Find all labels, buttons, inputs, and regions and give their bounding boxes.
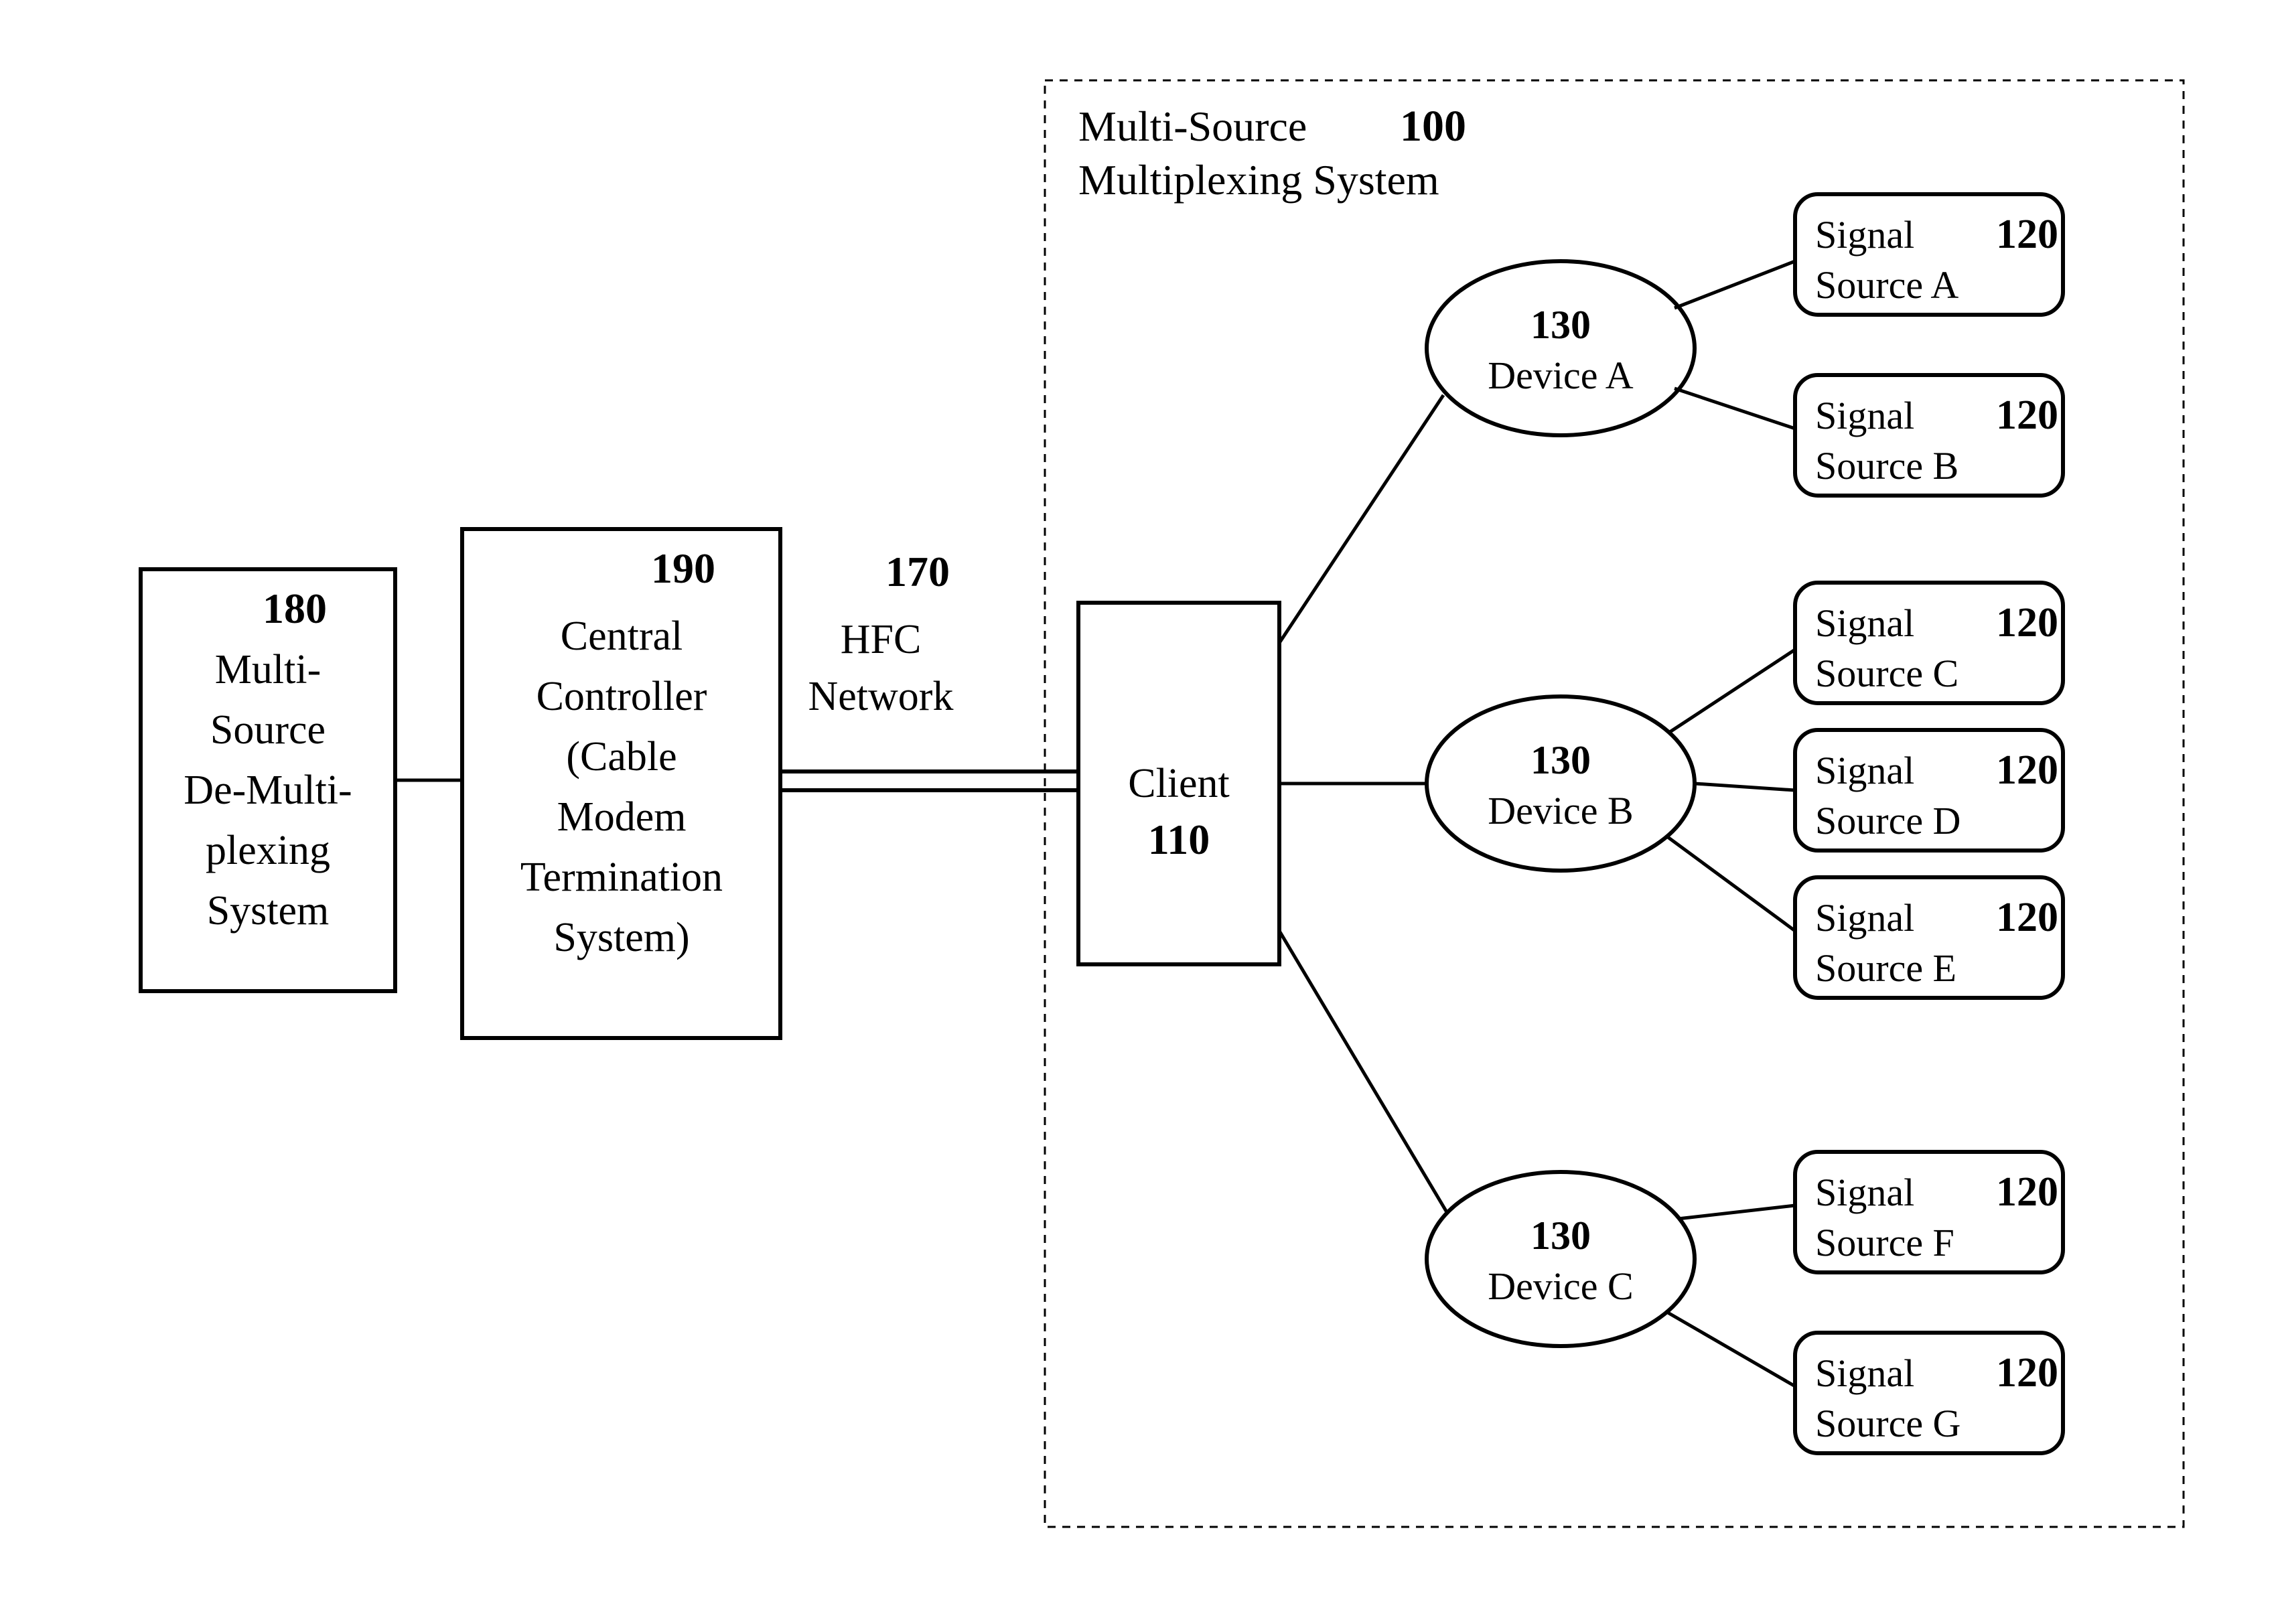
controller-l4: Modem [557,794,687,840]
hfc-number: 170 [885,548,950,595]
edge-client-device-c [1279,931,1447,1212]
source-a-l2: Source A [1815,263,1958,307]
source-a-l1: Signal [1815,213,1914,256]
source-g-l2: Source G [1815,1402,1961,1445]
system-number: 100 [1400,102,1466,151]
source-c-l2: Source C [1815,652,1958,695]
edge-devB-srcD [1695,784,1795,790]
source-g-l1: Signal [1815,1351,1914,1395]
source-d-l2: Source D [1815,799,1961,842]
edge-devB-srcE [1668,837,1795,931]
device-c [1427,1172,1695,1346]
demux-l2: Source [210,707,326,753]
device-a-label: Device A [1488,354,1634,397]
source-f-l2: Source F [1815,1221,1954,1264]
controller-l2: Controller [537,674,707,719]
source-f-num: 120 [1996,1169,2058,1215]
source-b-num: 120 [1996,392,2058,438]
demux-l4: plexing [206,828,330,873]
device-b-label: Device B [1488,789,1633,832]
source-b-l2: Source B [1815,444,1958,488]
edge-devC-srcG [1668,1313,1795,1386]
edge-devB-srcC [1668,650,1795,733]
edge-devA-srcB [1675,388,1795,429]
source-e-l2: Source E [1815,946,1956,990]
edge-devC-srcF [1678,1205,1795,1219]
system-title-line2: Multiplexing System [1078,156,1439,204]
controller-l5: Termination [520,855,723,900]
source-d-l1: Signal [1815,749,1914,792]
device-b [1427,696,1695,871]
source-e-num: 120 [1996,895,2058,940]
source-e-l1: Signal [1815,896,1914,940]
demux-number: 180 [263,585,327,632]
demux-l1: Multi- [215,647,321,692]
controller-l1: Central [561,613,683,659]
system-title-line1: Multi-Source [1078,102,1307,150]
device-a-number: 130 [1530,303,1591,347]
edge-client-device-a [1279,395,1443,643]
controller-l6: System) [553,915,689,960]
controller-box [462,529,780,1038]
client-label: Client [1128,761,1230,806]
device-c-number: 130 [1530,1213,1591,1258]
device-a [1427,261,1695,435]
hfc-l2: Network [808,674,954,719]
demux-l3: De-Multi- [184,767,352,813]
demux-l5: System [207,888,330,934]
source-b-l1: Signal [1815,394,1914,437]
controller-l3: (Cable [566,734,676,780]
source-f-l1: Signal [1815,1171,1914,1214]
hfc-l1: HFC [841,617,922,662]
source-g-num: 120 [1996,1350,2058,1396]
client-number: 110 [1148,816,1210,863]
source-c-num: 120 [1996,600,2058,646]
controller-number: 190 [651,544,715,592]
source-c-l1: Signal [1815,601,1914,645]
edge-devA-srcA [1675,261,1795,308]
source-a-num: 120 [1996,212,2058,257]
source-d-num: 120 [1996,747,2058,793]
device-b-number: 130 [1530,738,1591,782]
device-c-label: Device C [1488,1264,1633,1308]
